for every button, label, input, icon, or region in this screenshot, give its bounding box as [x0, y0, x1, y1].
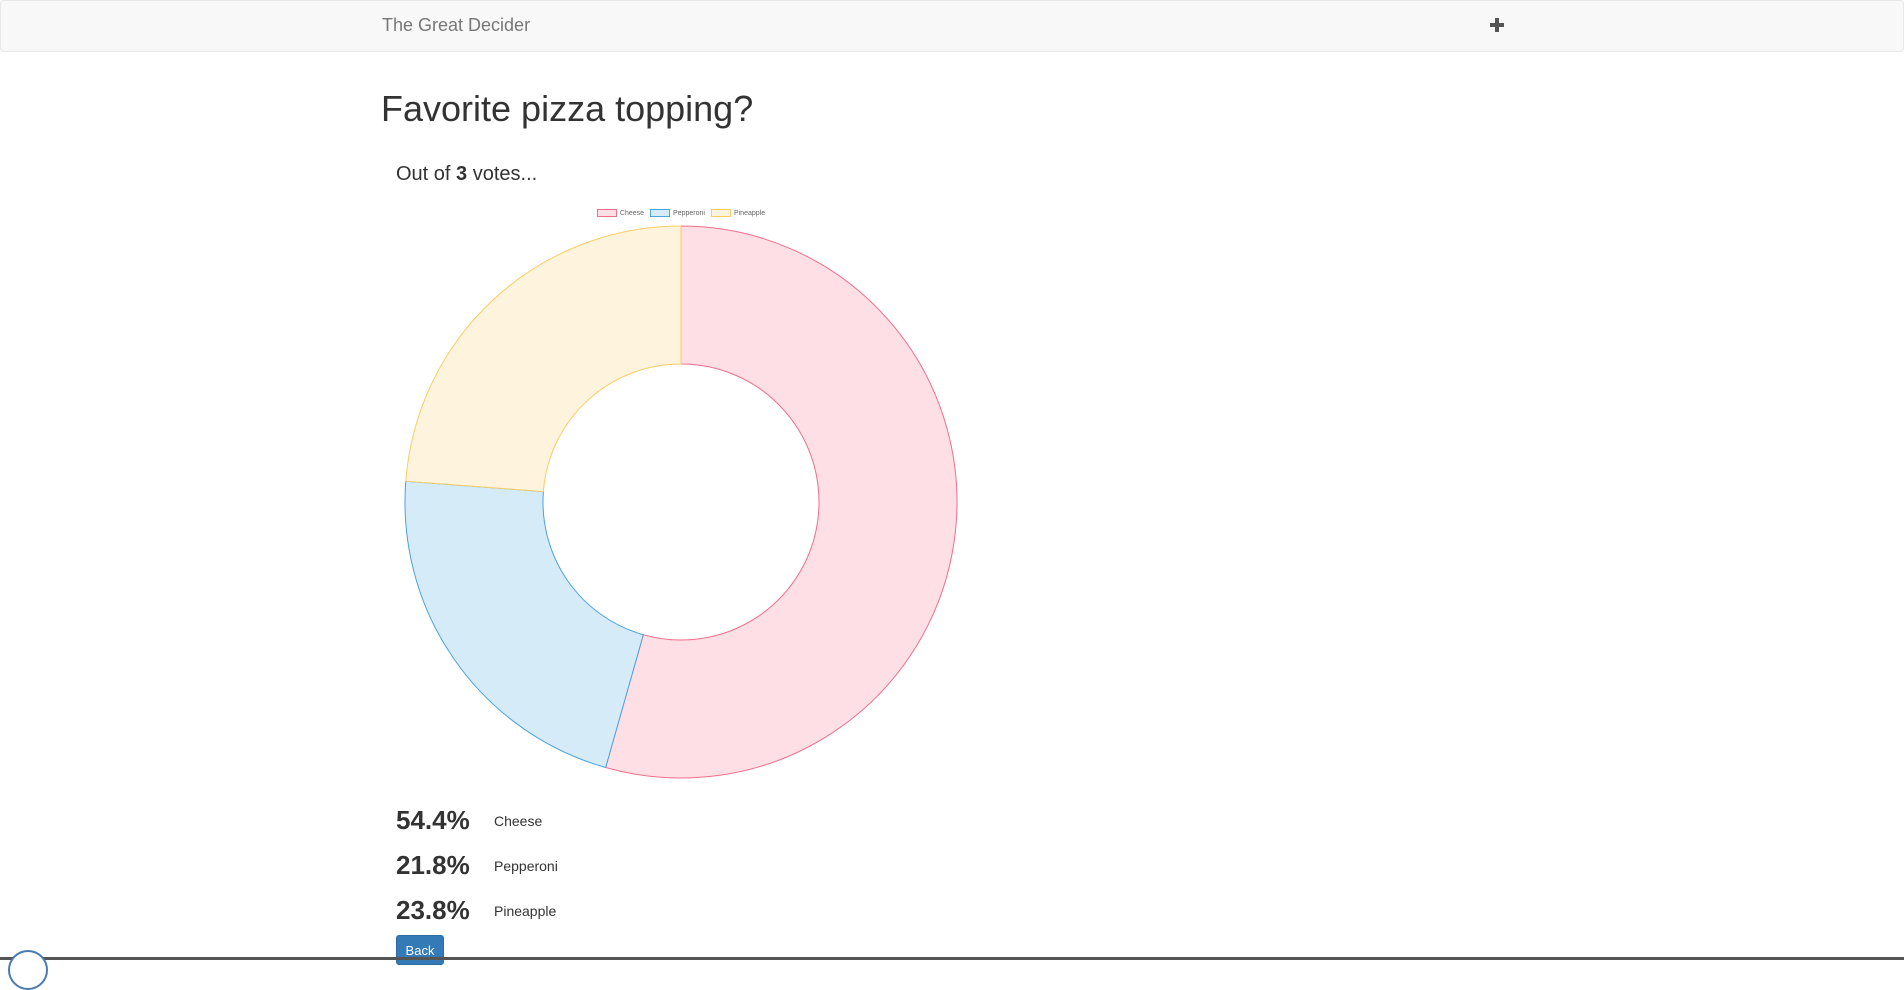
- votes-prefix: Out of: [396, 163, 457, 185]
- result-label: Pineapple: [494, 902, 557, 919]
- vote-count-text: Out of 3 votes...: [396, 163, 537, 186]
- votes-suffix: votes...: [467, 163, 538, 185]
- result-row: 54.4% Cheese: [396, 798, 558, 843]
- navbar: The Great Decider: [0, 0, 1904, 52]
- legend-label: Pineapple: [733, 209, 766, 217]
- doughnut-svg: [404, 225, 958, 779]
- result-percentage: 21.8%: [396, 850, 470, 880]
- brand-link[interactable]: The Great Decider: [382, 15, 530, 36]
- add-poll-button[interactable]: [1485, 13, 1509, 37]
- result-label: Cheese: [494, 812, 543, 829]
- results-list: 54.4% Cheese 21.8% Pepperoni 23.8% Pinea…: [396, 798, 558, 933]
- slice-pineapple[interactable]: [405, 225, 682, 493]
- result-percentage: 54.4%: [396, 805, 470, 835]
- result-row: 21.8% Pepperoni: [396, 843, 558, 888]
- legend-label: Cheese: [619, 209, 645, 217]
- doughnut-chart: Cheese Pepperoni Pineapple: [396, 205, 966, 785]
- back-button[interactable]: Back: [396, 935, 444, 965]
- votes-count: 3: [456, 163, 468, 185]
- page-title: Favorite pizza topping?: [381, 88, 754, 129]
- result-percentage: 23.8%: [396, 895, 470, 925]
- legend-swatch: [596, 209, 617, 217]
- corner-widget[interactable]: [8, 950, 48, 990]
- result-label: Pepperoni: [494, 857, 558, 874]
- legend-label: Pepperoni: [673, 209, 705, 217]
- plus-icon: [1490, 18, 1504, 32]
- result-row: 23.8% Pineapple: [396, 888, 558, 933]
- slice-pepperoni[interactable]: [404, 480, 644, 769]
- legend-swatch: [710, 209, 731, 217]
- legend-swatch: [650, 209, 671, 217]
